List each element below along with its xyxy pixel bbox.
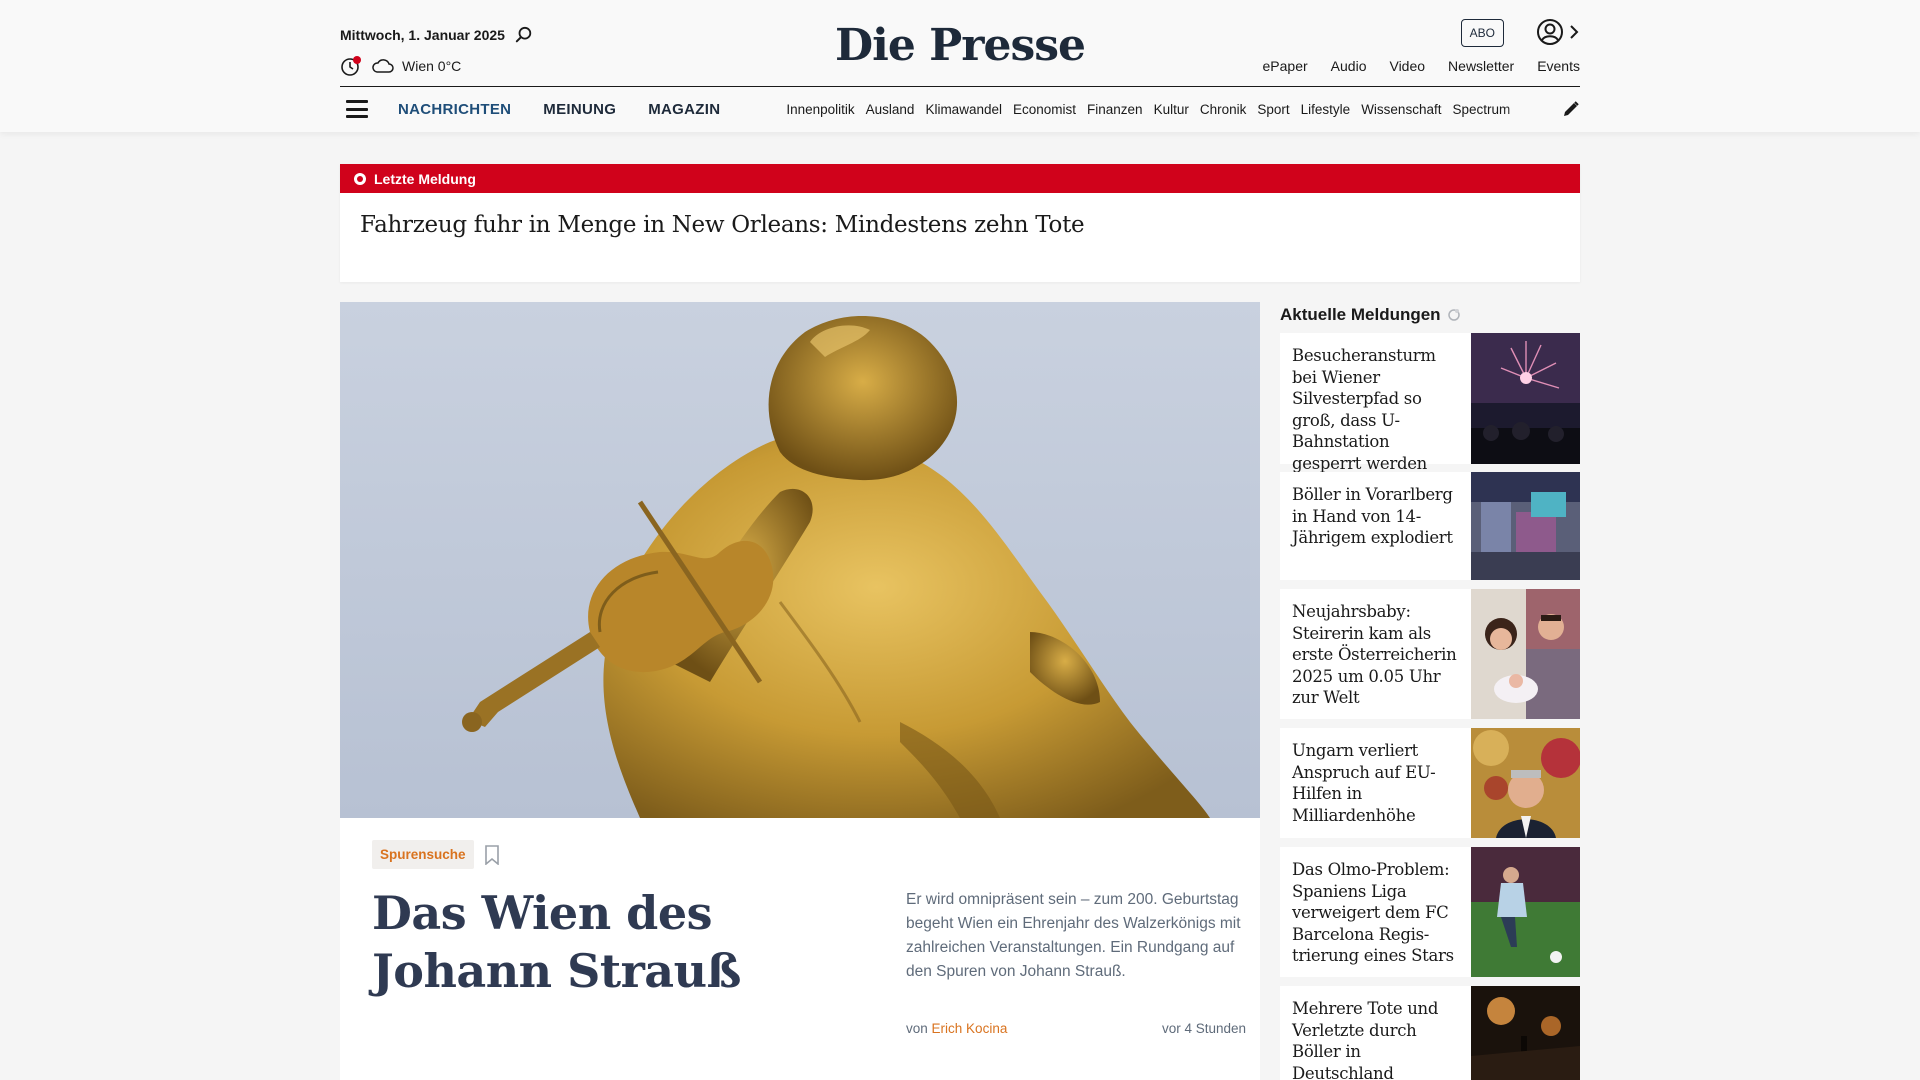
breaking-news-title[interactable]: Fahrzeug fuhr in Menge in New Orleans: M… [340,193,1580,238]
news-item[interactable]: Das Olmo-Problem: Spaniens Liga verweige… [1280,847,1580,977]
header-inner: Mittwoch, 1. Januar 2025 Wien 0°C Die Pr… [340,0,1580,132]
hero-body: Spurensuche Das Wien des Johann Strauß E… [340,818,1260,1080]
link-events[interactable]: Events [1537,58,1580,74]
news-item[interactable]: Böller in Vorarlberg in Hand von 14-Jähr… [1280,472,1580,580]
nav-kultur[interactable]: Kultur [1154,102,1189,117]
news-item[interactable]: Besucheransturm bei Wiener Silvesterpfad… [1280,333,1580,494]
news-item-thumbnail[interactable] [1471,986,1580,1080]
link-epaper[interactable]: ePaper [1263,58,1308,74]
news-item-thumbnail[interactable] [1471,472,1580,580]
byline: von Erich Kocina [906,1021,1007,1036]
nav-magazin[interactable]: MAGAZIN [648,101,720,118]
nav-ausland[interactable]: Ausland [866,102,915,117]
link-audio[interactable]: Audio [1331,58,1367,74]
nav-lifestyle[interactable]: Lifestyle [1301,102,1351,117]
sidebar-heading-text: Aktuelle Meldungen [1280,305,1441,324]
nav-main-sections: NACHRICHTEN MEINUNG MAGAZIN [398,101,720,118]
news-item[interactable]: Ungarn verliert Anspruch auf EU-Hilfen i… [1280,728,1580,838]
nav-meinung[interactable]: MEINUNG [543,101,616,118]
breaking-news-label: Letzte Meldung [374,170,476,187]
latest-news-sidebar: Aktuelle Meldungen Besucheransturm bei W… [1280,302,1580,1080]
sidebar-heading: Aktuelle Meldungen [1280,303,1580,327]
nav-economist[interactable]: Economist [1013,102,1076,117]
nav-sport[interactable]: Sport [1257,102,1289,117]
news-item[interactable]: Neujahrsbaby: Steirerin kam als erste Ös… [1280,589,1580,719]
news-item-title[interactable]: Das Olmo-Problem: Spaniens Liga verweige… [1280,847,1471,977]
live-dot-icon [354,172,366,185]
hero-title[interactable]: Das Wien des Johann Strauß [372,884,832,1000]
pencil-icon[interactable] [1562,100,1580,118]
breaking-news-box[interactable]: Letzte Meldung Fahrzeug fuhr in Menge in… [340,164,1580,282]
news-item-thumbnail[interactable] [1471,589,1580,719]
news-item-title[interactable]: Böller in Vorarlberg in Hand von 14-Jähr… [1280,472,1471,580]
main-nav: NACHRICHTEN MEINUNG MAGAZIN Innenpolitik… [340,86,1580,132]
bookmark-icon[interactable] [484,844,500,865]
hero-meta: von Erich Kocina vor 4 Stunden [906,1021,1246,1036]
news-item[interactable]: Mehrere Tote und Verletzte durch Böller … [1280,986,1580,1080]
chevron-right-icon [1570,25,1579,39]
hamburger-menu-icon[interactable] [346,100,368,118]
nav-chronik[interactable]: Chronik [1200,102,1247,117]
account-menu[interactable] [1536,18,1580,46]
news-item-title[interactable]: Neujahrsbaby: Steirerin kam als erste Ös… [1280,589,1471,719]
publish-time: vor 4 Stunden [1161,1021,1246,1036]
nav-nachrichten[interactable]: NACHRICHTEN [398,101,511,118]
hero-article[interactable]: Spurensuche Das Wien des Johann Strauß E… [340,302,1260,1080]
byline-prefix: von [906,1021,928,1036]
link-newsletter[interactable]: Newsletter [1448,58,1514,74]
news-item-title[interactable]: Besucheransturm bei Wiener Silvesterpfad… [1280,333,1471,494]
nav-wissenschaft[interactable]: Wissenschaft [1361,102,1441,117]
news-item-thumbnail[interactable] [1471,847,1580,977]
news-item-title[interactable]: Ungarn verliert Anspruch auf EU-Hilfen i… [1280,728,1471,838]
hero-tag-row: Spurensuche [372,840,500,869]
user-icon [1537,19,1563,45]
author-link[interactable]: Erich Kocina [932,1021,1008,1036]
link-video[interactable]: Video [1389,58,1425,74]
top-links: ePaper Audio Video Newsletter Events [1263,58,1580,74]
hero-image[interactable] [340,302,1260,818]
nav-sub-sections: Innenpolitik Ausland Klimawandel Economi… [786,102,1556,117]
abo-button[interactable]: ABO [1460,19,1504,47]
breaking-news-bar: Letzte Meldung [340,164,1580,193]
nav-finanzen[interactable]: Finanzen [1087,102,1143,117]
nav-klimawandel[interactable]: Klimawandel [925,102,1002,117]
news-item-thumbnail[interactable] [1471,728,1580,838]
hero-lead: Er wird omnipräsent sein – zum 200. Gebu… [906,891,1241,980]
news-item-thumbnail[interactable] [1471,333,1580,464]
category-tag[interactable]: Spurensuche [372,840,474,869]
nav-spectrum[interactable]: Spectrum [1452,102,1510,117]
nav-innenpolitik[interactable]: Innenpolitik [786,102,854,117]
news-item-title[interactable]: Mehrere Tote und Verletzte durch Böller … [1280,986,1471,1080]
site-header: Mittwoch, 1. Januar 2025 Wien 0°C Die Pr… [0,0,1920,132]
refresh-icon[interactable] [1447,308,1461,322]
